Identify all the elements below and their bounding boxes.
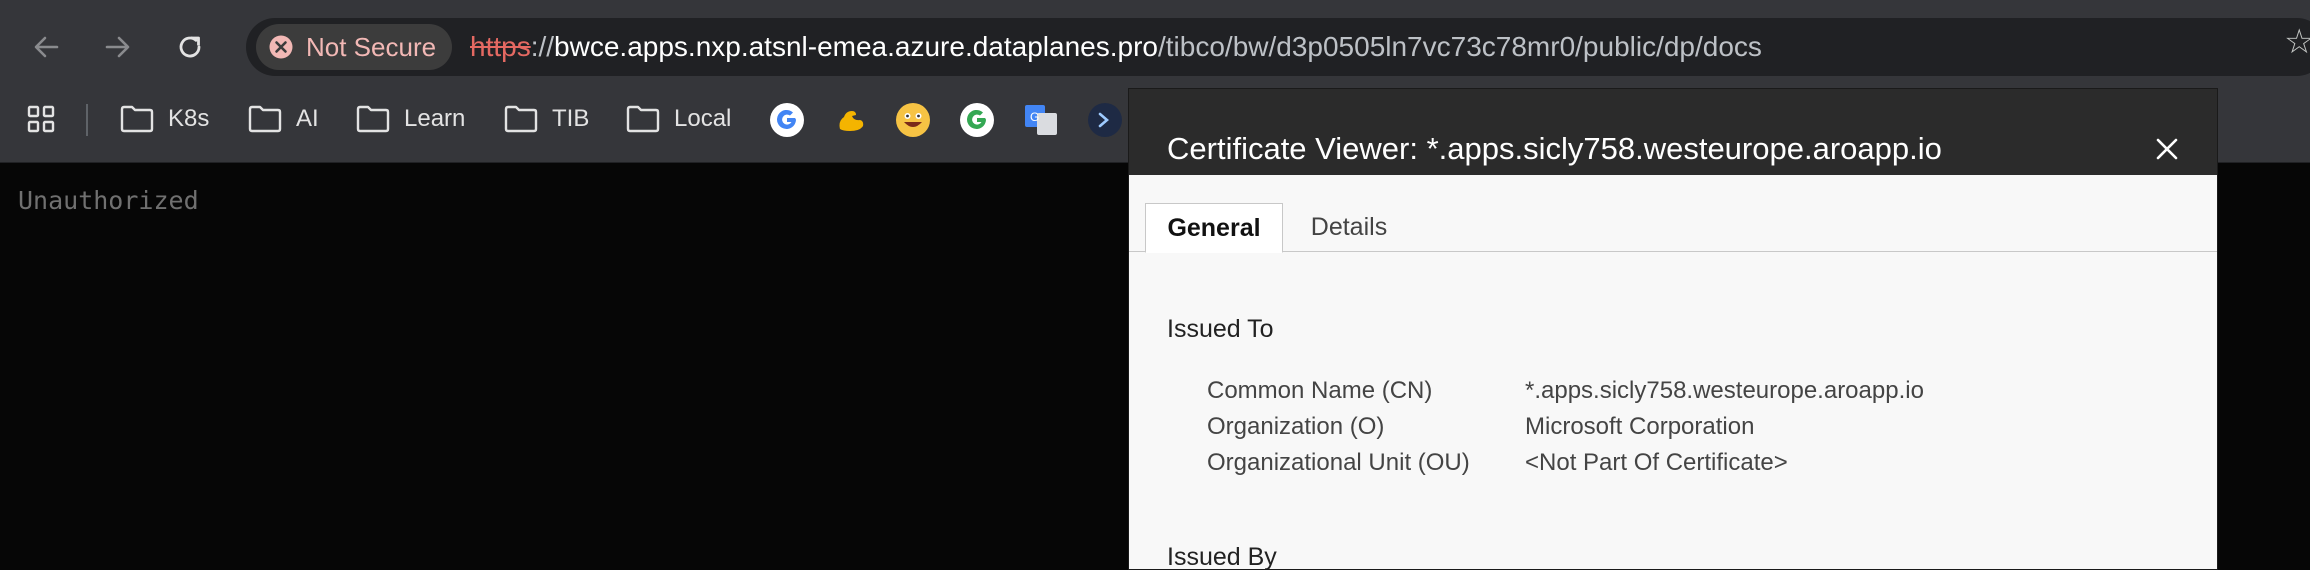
bookmark-folder-learn[interactable]: Learn	[356, 104, 465, 134]
bookmark-folder-ai[interactable]: AI	[248, 104, 319, 134]
folder-icon	[504, 105, 538, 133]
tab-general[interactable]: General	[1145, 203, 1283, 253]
bookmark-label: AI	[296, 105, 319, 132]
url-host: bwce.apps.nxp.atsnl-emea.azure.dataplane…	[554, 31, 1158, 62]
folder-icon	[248, 105, 282, 133]
error-circle-icon	[269, 35, 293, 59]
google-favicon-icon[interactable]	[770, 103, 804, 137]
arrow-left-icon	[34, 36, 59, 58]
page-body-text: Unauthorized	[18, 186, 199, 215]
bookmarks-divider	[86, 104, 88, 136]
google-translate-icon[interactable]: G	[1024, 103, 1058, 137]
folder-icon	[356, 105, 390, 133]
security-chip-label: Not Secure	[306, 31, 437, 62]
bookmark-label: Learn	[404, 105, 466, 132]
issued-by-heading: Issued By	[1167, 543, 1277, 570]
arrow-right-icon	[105, 36, 130, 58]
bookmark-label: Local	[674, 105, 732, 132]
reload-icon	[179, 36, 201, 58]
grinning-face-icon[interactable]	[896, 103, 930, 137]
bookmark-star-icon[interactable]: ☆	[2284, 22, 2310, 62]
apps-grid-icon	[27, 105, 55, 133]
security-chip[interactable]: Not Secure	[256, 24, 452, 70]
forward-button[interactable]	[96, 25, 140, 69]
apps-grid-button[interactable]	[26, 104, 70, 134]
folder-icon	[120, 105, 154, 133]
google-favicon-icon[interactable]	[960, 103, 994, 137]
cn-value: *.apps.sicly758.westeurope.aroapp.io	[1525, 377, 1924, 404]
close-icon	[2156, 138, 2178, 160]
terminal-app-icon[interactable]	[1088, 103, 1122, 137]
ou-label: Organizational Unit (OU)	[1207, 449, 1470, 476]
bookmark-folder-tib[interactable]: TIB	[504, 104, 589, 134]
certificate-viewer-dialog: Certificate Viewer: *.apps.sicly758.west…	[1128, 88, 2218, 570]
url-text[interactable]: https://bwce.apps.nxp.atsnl-emea.azure.d…	[470, 31, 1762, 63]
back-button[interactable]	[24, 25, 68, 69]
dialog-title: Certificate Viewer: *.apps.sicly758.west…	[1167, 131, 1942, 166]
flexed-biceps-icon[interactable]	[834, 103, 868, 137]
svg-text:G: G	[1030, 110, 1039, 124]
bookmark-folder-local[interactable]: Local	[626, 104, 731, 134]
bookmark-label: K8s	[168, 105, 210, 132]
issued-to-heading: Issued To	[1167, 315, 1274, 343]
bookmark-label: TIB	[552, 105, 590, 132]
url-separator: ://	[530, 31, 555, 62]
url-path: /tibco/bw/d3p0505ln7vc73c78mr0/public/dp…	[1157, 31, 1762, 62]
reload-button[interactable]	[168, 25, 212, 69]
tab-details[interactable]: Details	[1289, 205, 1409, 250]
cn-label: Common Name (CN)	[1207, 377, 1433, 404]
org-value: Microsoft Corporation	[1525, 413, 1755, 440]
url-scheme: https	[470, 31, 531, 62]
folder-icon	[626, 105, 660, 133]
org-label: Organization (O)	[1207, 413, 1385, 440]
ou-value: <Not Part Of Certificate>	[1525, 449, 1788, 476]
bookmark-folder-k8s[interactable]: K8s	[120, 104, 209, 134]
dialog-close-button[interactable]	[2147, 129, 2187, 169]
